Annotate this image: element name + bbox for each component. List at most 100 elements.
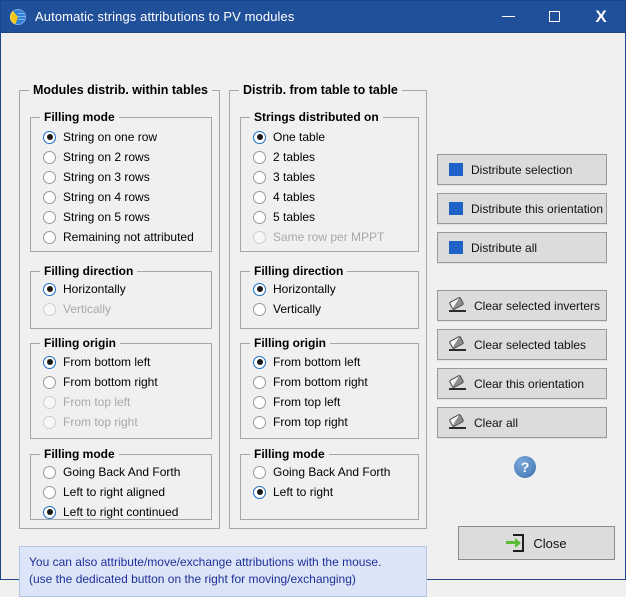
group-left-filling-mode: Filling mode String on one row String on…	[30, 110, 212, 252]
radio-left-to-right[interactable]: Left to right	[253, 485, 333, 499]
window-controls: X	[485, 1, 625, 33]
group-left-filling-origin: Filling origin From bottom left From bot…	[30, 336, 212, 439]
help-icon[interactable]: ?	[514, 456, 536, 478]
clear-selected-inverters-button[interactable]: Clear selected inverters	[437, 290, 607, 321]
radio-dot	[43, 395, 56, 409]
radio-going-back-and-forth[interactable]: Going Back And Forth	[253, 465, 390, 479]
radio-dot	[253, 485, 266, 499]
radio-from-top-left[interactable]: From top left	[43, 395, 130, 409]
window-title: Automatic strings attributions to PV mod…	[35, 9, 295, 24]
radio-dot	[43, 302, 56, 316]
radio-string-on-5-rows[interactable]: String on 5 rows	[43, 210, 150, 224]
radio-string-on-4-rows[interactable]: String on 4 rows	[43, 190, 150, 204]
clear-all-button[interactable]: Clear all	[437, 407, 607, 438]
group-left-filling-mode-order: Filling mode Going Back And Forth Left t…	[30, 447, 212, 520]
globe-icon	[9, 8, 27, 26]
distribute-this-orientation-button[interactable]: Distribute this orientation	[437, 193, 607, 224]
group-title: Filling direction	[250, 264, 348, 278]
radio-dot	[43, 282, 56, 296]
dialog-body: Modules distrib. within tables Filling m…	[1, 33, 625, 597]
radio-dot	[253, 150, 266, 164]
radio-from-bottom-right[interactable]: From bottom right	[43, 375, 158, 389]
radio-dot	[43, 150, 56, 164]
button-label: Clear this orientation	[474, 376, 585, 391]
group-title: Filling mode	[250, 447, 329, 461]
radio-5-tables[interactable]: 5 tables	[253, 210, 315, 224]
grid-icon	[449, 241, 463, 254]
radio-dot	[43, 485, 56, 499]
group-title: Filling direction	[40, 264, 138, 278]
radio-from-top-left[interactable]: From top left	[253, 395, 340, 409]
radio-from-bottom-left[interactable]: From bottom left	[43, 355, 150, 369]
radio-dot	[253, 395, 266, 409]
radio-dot	[253, 375, 266, 389]
radio-dot	[253, 170, 266, 184]
radio-from-top-right[interactable]: From top right	[43, 415, 138, 429]
group-title: Modules distrib. within tables	[29, 83, 213, 97]
radio-dot	[43, 505, 56, 519]
group-title: Filling mode	[40, 447, 119, 461]
button-label: Distribute all	[471, 240, 538, 255]
radio-same-row-per-mppt[interactable]: Same row per MPPT	[253, 230, 384, 244]
distribute-all-button[interactable]: Distribute all	[437, 232, 607, 263]
radio-2-tables[interactable]: 2 tables	[253, 150, 315, 164]
radio-4-tables[interactable]: 4 tables	[253, 190, 315, 204]
radio-dot	[43, 210, 56, 224]
button-label: Distribute this orientation	[471, 201, 604, 216]
minimize-icon[interactable]	[485, 1, 531, 33]
radio-dot	[43, 190, 56, 204]
radio-from-bottom-right[interactable]: From bottom right	[253, 375, 368, 389]
radio-string-on-2-rows[interactable]: String on 2 rows	[43, 150, 150, 164]
group-title: Filling origin	[250, 336, 330, 350]
clear-this-orientation-button[interactable]: Clear this orientation	[437, 368, 607, 399]
group-strings-distributed-on: Strings distributed on One table 2 table…	[240, 110, 419, 252]
radio-horizontally[interactable]: Horizontally	[43, 282, 126, 296]
radio-3-tables[interactable]: 3 tables	[253, 170, 315, 184]
distribute-selection-button[interactable]: Distribute selection	[437, 154, 607, 185]
radio-dot	[253, 282, 266, 296]
radio-going-back-and-forth[interactable]: Going Back And Forth	[43, 465, 180, 479]
group-distrib-from-table-to-table: Distrib. from table to table Strings dis…	[229, 83, 427, 529]
close-icon[interactable]: X	[577, 1, 625, 33]
radio-dot	[43, 130, 56, 144]
clear-selected-tables-button[interactable]: Clear selected tables	[437, 329, 607, 360]
radio-dot	[253, 230, 266, 244]
radio-dot	[253, 130, 266, 144]
radio-vertically[interactable]: Vertically	[253, 302, 321, 316]
eraser-icon	[448, 373, 466, 391]
info-line-1: You can also attribute/move/exchange att…	[29, 555, 382, 569]
radio-left-to-right-aligned[interactable]: Left to right aligned	[43, 485, 165, 499]
group-title: Filling origin	[40, 336, 120, 350]
maximize-icon[interactable]	[531, 1, 577, 33]
group-title: Strings distributed on	[250, 110, 383, 124]
button-label: Clear selected tables	[474, 337, 587, 352]
eraser-icon	[448, 412, 466, 430]
grid-icon	[449, 202, 463, 215]
radio-dot	[43, 375, 56, 389]
button-label: Clear selected inverters	[474, 298, 601, 313]
group-title: Distrib. from table to table	[239, 83, 402, 97]
radio-dot	[253, 302, 266, 316]
radio-remaining-not-attributed[interactable]: Remaining not attributed	[43, 230, 194, 244]
radio-vertically[interactable]: Vertically	[43, 302, 111, 316]
radio-dot	[253, 190, 266, 204]
group-middle-filling-direction: Filling direction Horizontally Verticall…	[240, 264, 419, 329]
radio-dot	[43, 355, 56, 369]
close-button[interactable]: Close	[458, 526, 615, 560]
radio-one-table[interactable]: One table	[253, 130, 325, 144]
radio-from-top-right[interactable]: From top right	[253, 415, 348, 429]
radio-string-on-3-rows[interactable]: String on 3 rows	[43, 170, 150, 184]
radio-string-on-one-row[interactable]: String on one row	[43, 130, 157, 144]
group-left-filling-direction: Filling direction Horizontally Verticall…	[30, 264, 212, 329]
title-bar: Automatic strings attributions to PV mod…	[1, 1, 625, 33]
eraser-icon	[448, 334, 466, 352]
radio-left-to-right-continued[interactable]: Left to right continued	[43, 505, 178, 519]
radio-dot	[43, 170, 56, 184]
radio-dot	[43, 230, 56, 244]
radio-from-bottom-left[interactable]: From bottom left	[253, 355, 360, 369]
radio-dot	[253, 415, 266, 429]
dialog-window: Automatic strings attributions to PV mod…	[0, 0, 626, 597]
grid-icon	[449, 163, 463, 176]
radio-horizontally[interactable]: Horizontally	[253, 282, 336, 296]
group-middle-filling-mode: Filling mode Going Back And Forth Left t…	[240, 447, 419, 520]
